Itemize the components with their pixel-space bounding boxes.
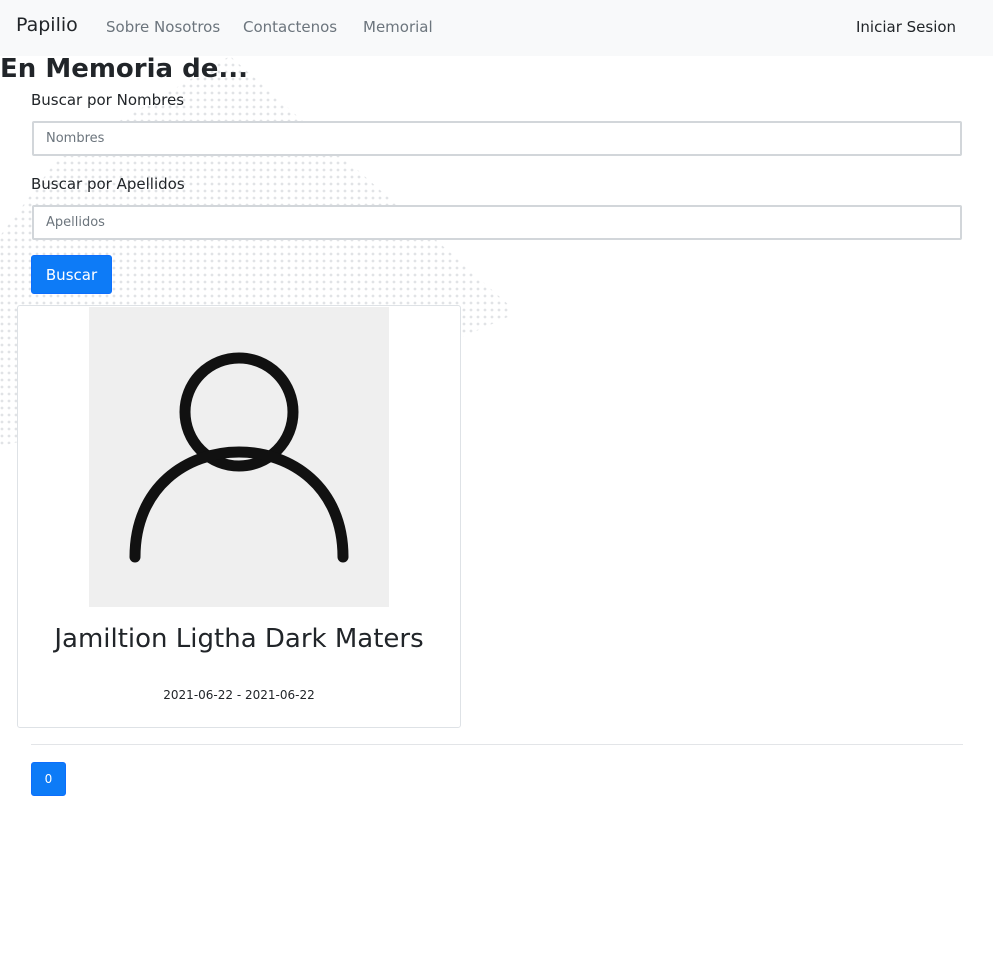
memorial-card[interactable]: Jamiltion Ligtha Dark Maters 2021-06-22 … bbox=[17, 305, 461, 728]
pagination-page-button[interactable]: 0 bbox=[31, 762, 66, 796]
memorial-dates: 2021-06-22 - 2021-06-22 bbox=[163, 688, 315, 702]
last-name-label: Buscar por Apellidos bbox=[31, 175, 185, 193]
login-link[interactable]: Iniciar Sesion bbox=[856, 18, 956, 36]
nav-link-sobre-nosotros[interactable]: Sobre Nosotros bbox=[106, 18, 220, 36]
brand-link[interactable]: Papilio bbox=[16, 14, 78, 36]
first-name-label: Buscar por Nombres bbox=[31, 91, 185, 109]
top-navbar: Papilio Sobre Nosotros Contactenos Memor… bbox=[0, 0, 993, 56]
memorial-name[interactable]: Jamiltion Ligtha Dark Maters bbox=[18, 624, 460, 654]
page-title: En Memoria de... bbox=[0, 54, 248, 84]
search-button[interactable]: Buscar bbox=[31, 255, 112, 294]
nav-link-contactenos[interactable]: Contactenos bbox=[243, 18, 337, 36]
user-placeholder-icon bbox=[129, 352, 349, 563]
divider bbox=[31, 744, 963, 745]
nav-link-memorial[interactable]: Memorial bbox=[363, 18, 433, 36]
first-name-input[interactable] bbox=[32, 121, 962, 156]
last-name-input[interactable] bbox=[32, 205, 962, 240]
avatar bbox=[89, 307, 389, 607]
